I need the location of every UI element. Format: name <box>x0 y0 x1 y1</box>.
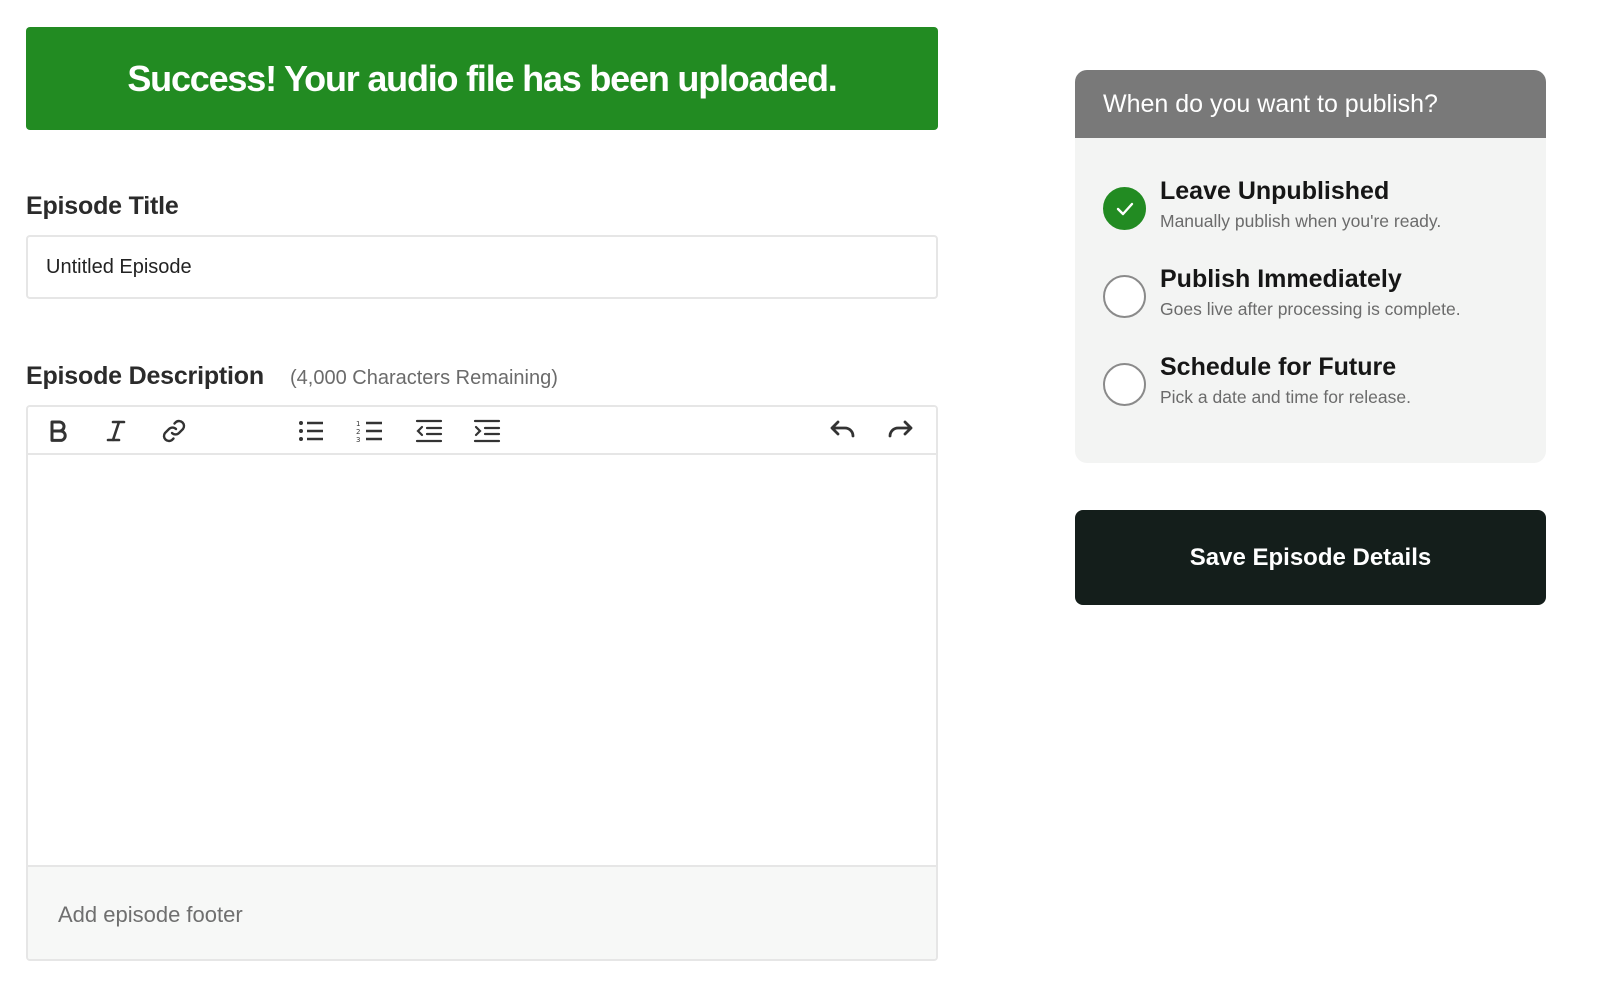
radio-unchecked[interactable] <box>1103 275 1146 318</box>
option-leave-unpublished[interactable]: Leave Unpublished Manually publish when … <box>1103 175 1523 245</box>
radio-unchecked[interactable] <box>1103 363 1146 406</box>
indent-icon[interactable] <box>469 413 505 449</box>
publish-question: When do you want to publish? <box>1103 89 1438 118</box>
publish-options-panel: When do you want to publish? Leave Unpub… <box>1075 70 1546 463</box>
description-editor: 123 Add episode footer <box>26 405 938 961</box>
option-title: Publish Immediately <box>1160 265 1402 293</box>
svg-text:3: 3 <box>356 436 360 444</box>
option-subtitle: Pick a date and time for release. <box>1160 387 1411 407</box>
success-message: Success! Your audio file has been upload… <box>127 57 837 99</box>
italic-icon[interactable] <box>98 413 134 449</box>
episode-editor-page: Success! Your audio file has been upload… <box>0 0 1600 1002</box>
episode-title-label: Episode Title <box>26 192 179 220</box>
option-publish-immediately[interactable]: Publish Immediately Goes live after proc… <box>1103 263 1523 333</box>
success-banner: Success! Your audio file has been upload… <box>26 27 938 130</box>
option-title: Leave Unpublished <box>1160 177 1390 205</box>
svg-text:1: 1 <box>356 420 360 428</box>
save-episode-button[interactable]: Save Episode Details <box>1075 510 1546 605</box>
option-schedule-for-future[interactable]: Schedule for Future Pick a date and time… <box>1103 351 1523 421</box>
bulleted-list-icon[interactable] <box>293 413 329 449</box>
episode-description-label: Episode Description <box>26 362 264 390</box>
numbered-list-icon[interactable]: 123 <box>352 413 388 449</box>
redo-icon[interactable] <box>883 413 919 449</box>
description-text-area[interactable] <box>28 455 936 865</box>
footer-placeholder: Add episode footer <box>58 902 243 927</box>
publish-panel-header: When do you want to publish? <box>1075 70 1546 138</box>
option-subtitle: Manually publish when you're ready. <box>1160 211 1442 231</box>
radio-checked[interactable] <box>1103 187 1146 230</box>
editor-toolbar: 123 <box>28 407 936 455</box>
option-subtitle: Goes live after processing is complete. <box>1160 299 1461 319</box>
outdent-icon[interactable] <box>411 413 447 449</box>
characters-remaining-hint: (4,000 Characters Remaining) <box>290 367 558 389</box>
option-title: Schedule for Future <box>1160 353 1397 381</box>
svg-text:2: 2 <box>356 428 360 436</box>
episode-title-input[interactable] <box>26 235 938 299</box>
episode-footer-field[interactable]: Add episode footer <box>28 865 936 959</box>
link-icon[interactable] <box>156 413 192 449</box>
undo-icon[interactable] <box>824 413 860 449</box>
bold-icon[interactable] <box>40 413 76 449</box>
